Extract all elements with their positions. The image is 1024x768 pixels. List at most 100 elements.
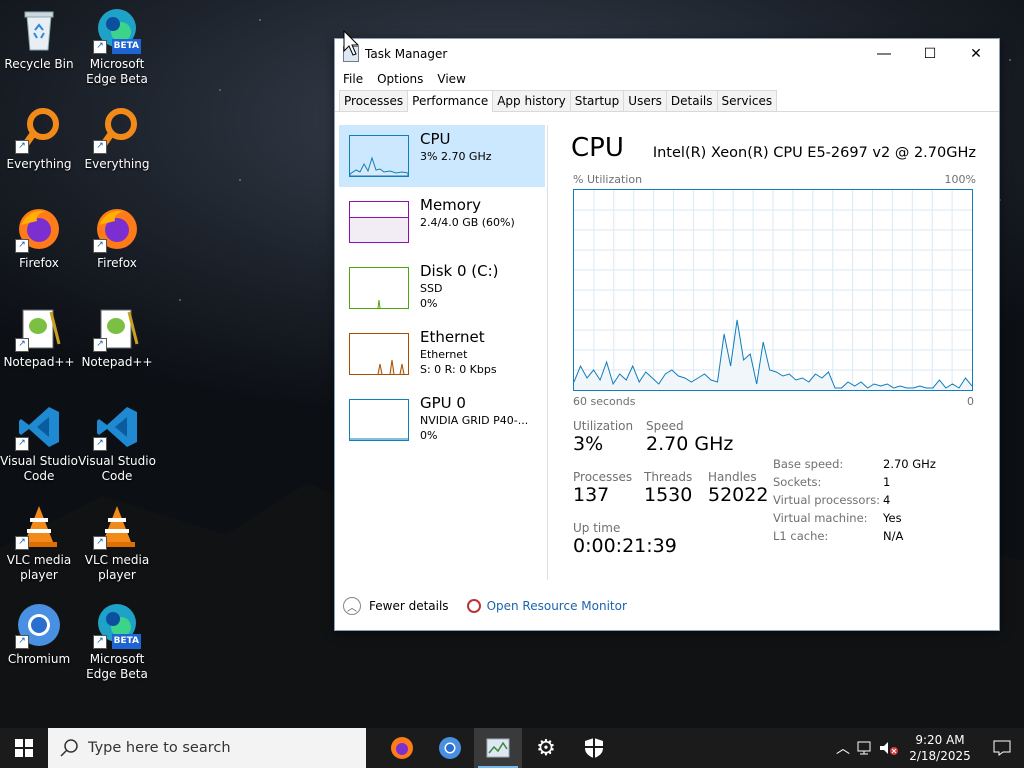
- graph-label-zero: 0: [967, 395, 974, 408]
- threads-value: 1530: [644, 484, 693, 506]
- task-manager-window: Task Manager ― ☐ ✕ File Options View Pro…: [334, 38, 1000, 631]
- sidebar-ethernet-throughput: S: 0 R: 0 Kbps: [420, 363, 497, 376]
- tab-details[interactable]: Details: [665, 90, 718, 111]
- vlc-icon: ↗: [15, 502, 63, 550]
- shortcut-arrow-icon: ↗: [93, 437, 107, 451]
- edge-beta-icon: ↗ BETA: [93, 6, 141, 54]
- disk-thumbnail: [349, 267, 409, 309]
- maximize-button[interactable]: ☐: [907, 39, 953, 69]
- recycle-bin-icon: [15, 6, 63, 54]
- minimize-button[interactable]: ―: [861, 39, 907, 69]
- everything-icon: ↗: [15, 106, 63, 154]
- cpu-specs-table: Base speed: 2.70 GHz Sockets: 1 Virtual pr…: [773, 455, 936, 545]
- desktop-icon-vlc[interactable]: ↗ VLC media player: [0, 502, 78, 583]
- chromium-icon: ↗: [15, 601, 63, 649]
- shortcut-arrow-icon: ↗: [93, 635, 107, 649]
- taskbar-settings[interactable]: ⚙: [522, 728, 570, 768]
- start-button[interactable]: [0, 728, 48, 768]
- mouse-cursor-icon: [343, 30, 359, 56]
- menu-view[interactable]: View: [437, 72, 465, 86]
- sidebar-disk-type: SSD: [420, 282, 443, 295]
- tab-performance[interactable]: Performance: [407, 90, 494, 112]
- desktop-icon-everything[interactable]: ↗ Everything: [0, 106, 78, 172]
- spec-row: Virtual machine: Yes: [773, 511, 902, 525]
- chevron-up-icon[interactable]: ︿: [836, 738, 850, 758]
- spec-row: Base speed: 2.70 GHz: [773, 457, 936, 471]
- graph-label-max: 100%: [944, 173, 976, 186]
- title-bar[interactable]: Task Manager ― ☐ ✕: [335, 39, 999, 69]
- sidebar-gpu-name: GPU 0: [420, 394, 466, 412]
- everything-icon: ↗: [93, 106, 141, 154]
- desktop-icon-notepadpp-2[interactable]: ↗ Notepad++: [78, 304, 156, 370]
- shortcut-arrow-icon: ↗: [15, 239, 29, 253]
- menu-file[interactable]: File: [343, 72, 363, 86]
- firefox-icon: [391, 737, 413, 759]
- open-resource-monitor-link[interactable]: Open Resource Monitor: [487, 599, 627, 613]
- desktop-icon-chromium[interactable]: ↗ Chromium: [0, 601, 78, 667]
- desktop-icon-everything-2[interactable]: ↗ Everything: [78, 106, 156, 172]
- tab-users[interactable]: Users: [623, 90, 667, 111]
- tab-processes[interactable]: Processes: [339, 90, 409, 111]
- desktop-icon-firefox-2[interactable]: ↗ Firefox: [78, 205, 156, 271]
- vlc-icon: ↗: [93, 502, 141, 550]
- tab-strip: Processes Performance App history Startu…: [335, 89, 999, 112]
- desktop-icon-vscode-2[interactable]: ↗ Visual Studio Code: [78, 403, 156, 484]
- fewer-details-link[interactable]: Fewer details: [369, 599, 449, 613]
- task-manager-icon: [486, 738, 510, 758]
- graph-label-utilization: % Utilization: [573, 173, 643, 186]
- tab-startup[interactable]: Startup: [569, 90, 625, 111]
- menu-options[interactable]: Options: [377, 72, 423, 86]
- taskbar-firefox[interactable]: [378, 728, 426, 768]
- sidebar-ethernet-adapter: Ethernet: [420, 348, 468, 361]
- sidebar-cpu-name: CPU: [420, 130, 451, 148]
- desktop-icon-firefox[interactable]: ↗ Firefox: [0, 205, 78, 271]
- shortcut-arrow-icon: ↗: [93, 239, 107, 253]
- processes-value: 137: [573, 484, 610, 506]
- spec-row: L1 cache: N/A: [773, 529, 904, 543]
- taskbar: Type here to search ⚙ ︿ 9:20 AM 2/18/202…: [0, 728, 1024, 768]
- spec-row: Virtual processors: 4: [773, 493, 891, 507]
- vscode-icon: ↗: [15, 403, 63, 451]
- handles-value: 52022: [708, 484, 769, 506]
- desktop-icon-vscode[interactable]: ↗ Visual Studio Code: [0, 403, 78, 484]
- sidebar-item-memory[interactable]: Memory 2.4/4.0 GB (60%): [339, 191, 545, 253]
- volume-muted-icon[interactable]: [878, 740, 900, 756]
- action-center-button[interactable]: [980, 728, 1024, 768]
- network-icon[interactable]: [856, 740, 874, 756]
- detail-title: CPU: [571, 133, 624, 163]
- shortcut-arrow-icon: ↗: [15, 536, 29, 550]
- taskbar-search-box[interactable]: Type here to search: [48, 728, 366, 768]
- chromium-icon: [439, 737, 461, 759]
- panel-divider[interactable]: [547, 125, 548, 580]
- taskbar-security[interactable]: [570, 728, 618, 768]
- uptime-value: 0:00:21:39: [573, 535, 677, 557]
- shortcut-arrow-icon: ↗: [15, 140, 29, 154]
- desktop-icon-vlc-2[interactable]: ↗ VLC media player: [78, 502, 156, 583]
- spec-row: Sockets: 1: [773, 475, 891, 489]
- notepadpp-icon: ↗: [93, 304, 141, 352]
- desktop-icon-edge-beta-2[interactable]: ↗ BETA Microsoft Edge Beta: [78, 601, 156, 682]
- sidebar-item-cpu[interactable]: CPU 3% 2.70 GHz: [339, 125, 545, 187]
- vscode-icon: ↗: [93, 403, 141, 451]
- cpu-graph-svg: [573, 190, 973, 390]
- sidebar-item-disk[interactable]: Disk 0 (C:) SSD 0%: [339, 257, 545, 319]
- close-button[interactable]: ✕: [953, 39, 999, 69]
- tab-app-history[interactable]: App history: [492, 90, 571, 111]
- taskbar-task-manager[interactable]: [474, 728, 522, 768]
- desktop-icon-edge-beta[interactable]: ↗ BETA Microsoft Edge Beta: [78, 6, 156, 87]
- sidebar-ethernet-name: Ethernet: [420, 328, 485, 346]
- resource-monitor-icon: [466, 599, 481, 613]
- taskbar-chromium[interactable]: [426, 728, 474, 768]
- chevron-up-icon[interactable]: ︿: [343, 597, 361, 615]
- desktop-icon-notepadpp[interactable]: ↗ Notepad++: [0, 304, 78, 370]
- desktop-icon-recycle-bin[interactable]: Recycle Bin: [0, 6, 78, 72]
- resource-sidebar: CPU 3% 2.70 GHz Memory 2.4/4.0 GB (60%) …: [339, 125, 545, 455]
- sidebar-item-ethernet[interactable]: Ethernet Ethernet S: 0 R: 0 Kbps: [339, 323, 545, 385]
- tab-services[interactable]: Services: [716, 90, 778, 111]
- threads-label: Threads: [644, 470, 693, 484]
- gear-icon: ⚙: [536, 735, 556, 761]
- shield-icon: [585, 738, 603, 758]
- clock[interactable]: 9:20 AM 2/18/2025: [906, 732, 974, 764]
- sidebar-item-gpu[interactable]: GPU 0 NVIDIA GRID P40-... 0%: [339, 389, 545, 451]
- sidebar-disk-name: Disk 0 (C:): [420, 262, 499, 280]
